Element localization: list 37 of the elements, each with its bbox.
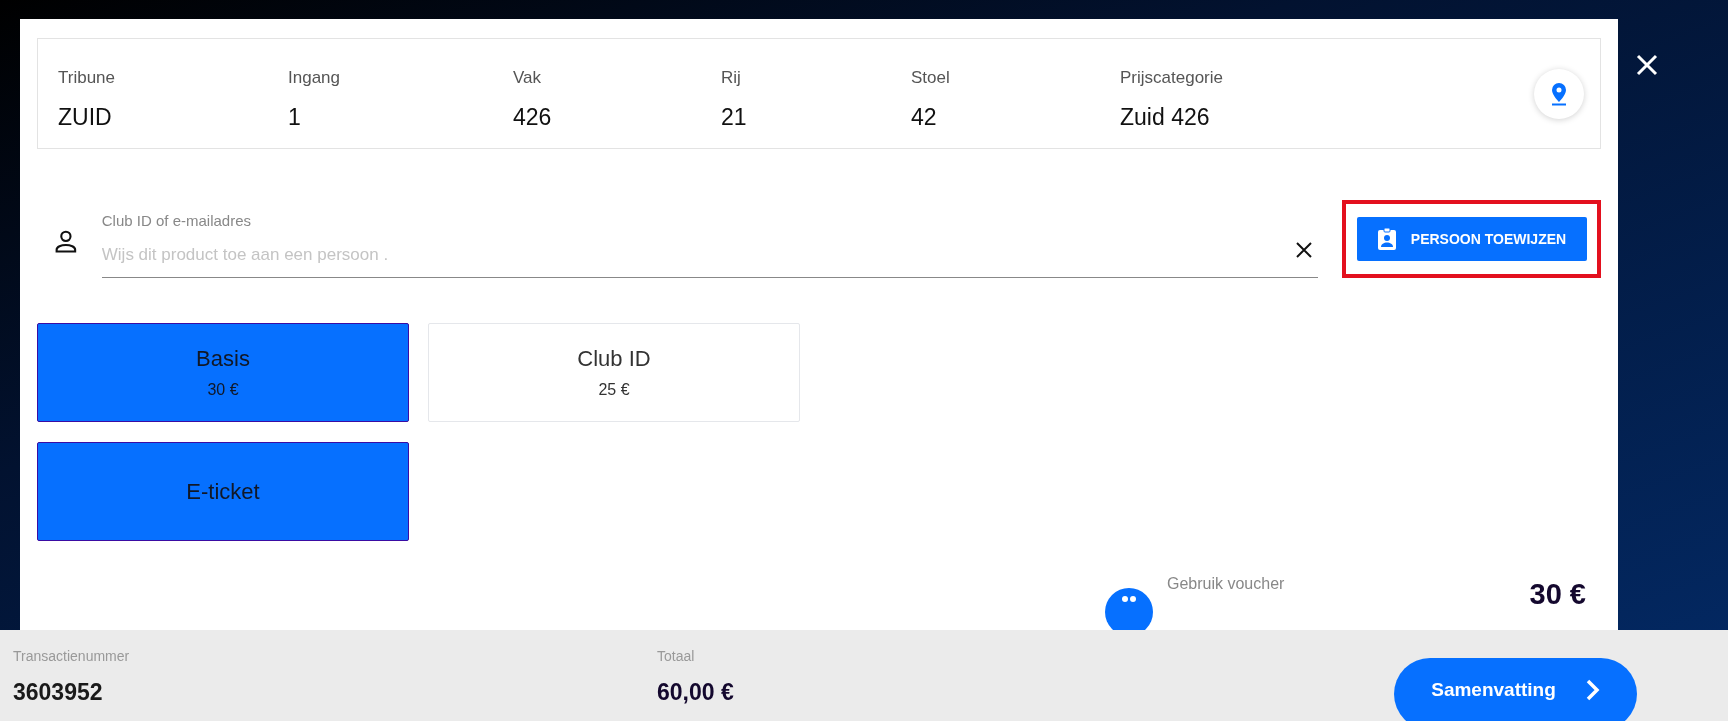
info-value: 42 [911, 105, 938, 129]
voucher-icon[interactable] [1105, 588, 1153, 630]
close-icon[interactable] [1636, 54, 1658, 76]
info-value: Zuid 426 [1120, 105, 1211, 129]
id-badge-icon [1376, 227, 1397, 251]
clear-icon[interactable] [1295, 241, 1313, 259]
option-title: E-ticket [186, 480, 260, 503]
total-amount: 60,00 € [657, 681, 734, 704]
assign-person-button[interactable]: PERSOON TOEWIJZEN [1356, 217, 1587, 261]
info-value: 1 [288, 105, 302, 129]
option-card[interactable]: Club ID 25 € [428, 323, 800, 422]
chevron-right-icon [1585, 679, 1600, 701]
field-label: Club ID of e-mailadres [101, 212, 252, 228]
option-price: 30 € [207, 381, 239, 398]
option-title: Basis [196, 347, 250, 370]
summary-button[interactable]: Samenvatting [1394, 658, 1637, 721]
option-title: Club ID [577, 347, 651, 370]
option-card[interactable]: Basis 30 € [37, 323, 409, 422]
info-label: Prijscategorie [1120, 68, 1224, 86]
info-label: Tribune [58, 68, 116, 86]
voucher-label: Gebruik voucher [1167, 576, 1285, 592]
info-label: Vak [513, 68, 543, 86]
info-label: Rij [721, 68, 742, 86]
option-card[interactable]: E-ticket [37, 442, 409, 541]
transaction-label: Transactienummer [13, 649, 131, 663]
info-value: 21 [721, 105, 748, 129]
info-label: Stoel [911, 68, 951, 86]
map-pin-button[interactable] [1534, 68, 1584, 119]
transaction-number: 3603952 [13, 681, 104, 704]
info-value: ZUID [58, 105, 113, 129]
info-value: 426 [513, 105, 553, 129]
option-price: 25 € [598, 381, 630, 398]
input-field[interactable]: Wijs dit product toe aan een persoon . [101, 244, 1252, 265]
voucher-price: 30 € [1529, 580, 1586, 609]
map-pin-icon [1550, 81, 1568, 106]
total-label: Totaal [657, 649, 696, 663]
info-label: Ingang [288, 68, 341, 86]
